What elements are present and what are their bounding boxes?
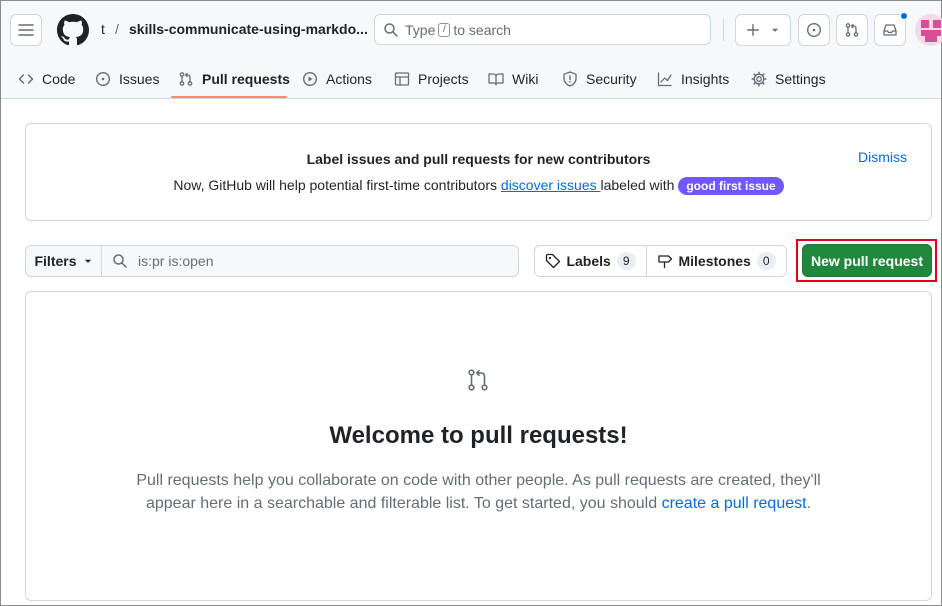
tab-actions[interactable]: Actions <box>302 59 372 99</box>
welcome-text: Pull requests help you collaborate on co… <box>126 469 831 515</box>
repo-name-link[interactable]: skills-communicate-using-markdo... <box>129 21 368 37</box>
tab-security[interactable]: Security <box>562 59 637 99</box>
tab-label: Actions <box>326 71 372 87</box>
milestones-button[interactable]: Milestones 0 <box>646 245 787 277</box>
header-divider <box>723 19 724 41</box>
tab-issues[interactable]: Issues <box>95 59 159 99</box>
tab-label: Insights <box>681 71 730 87</box>
milestone-icon <box>658 255 673 268</box>
tab-projects[interactable]: Projects <box>394 59 469 99</box>
git-pull-request-icon <box>179 72 193 86</box>
filters-dropdown[interactable]: Filters <box>25 245 102 277</box>
banner-title: Label issues and pull requests for new c… <box>306 151 651 167</box>
labels-button[interactable]: Labels 9 <box>534 245 647 277</box>
graph-icon <box>657 72 672 87</box>
issues-button[interactable] <box>798 14 830 46</box>
filter-value: is:pr is:open <box>138 253 214 269</box>
empty-state-panel: Welcome to pull requests! Pull requests … <box>25 291 932 601</box>
search-shortcut-key: / <box>438 22 451 37</box>
milestones-label: Milestones <box>678 253 751 269</box>
search-placeholder-pre: Type <box>405 21 436 38</box>
new-pull-request-button[interactable]: New pull request <box>802 244 932 277</box>
welcome-text-post: . <box>806 495 812 512</box>
banner-text: Now, GitHub will help potential first-ti… <box>26 177 931 195</box>
triangle-down-icon <box>771 28 779 32</box>
identicon-icon <box>921 20 941 42</box>
tab-label: Issues <box>119 71 160 87</box>
pull-requests-button[interactable] <box>836 14 868 46</box>
app-header: t / skills-communicate-using-markdo... T… <box>1 1 942 99</box>
contributor-banner: Label issues and pull requests for new c… <box>25 123 932 221</box>
tab-label: Settings <box>775 71 826 87</box>
search-input[interactable]: Type / to search <box>374 14 711 45</box>
issue-opened-icon <box>95 71 111 87</box>
menu-button[interactable] <box>10 14 42 46</box>
labels-label: Labels <box>566 253 611 269</box>
inbox-icon <box>883 24 897 36</box>
repo-owner-link[interactable]: t <box>101 21 105 37</box>
tab-label: Wiki <box>512 71 539 87</box>
git-pull-request-icon <box>468 369 488 391</box>
github-logo-icon[interactable] <box>57 14 89 46</box>
filters-label: Filters <box>34 253 77 269</box>
tab-pull-requests[interactable]: Pull requests <box>178 59 290 99</box>
create-pull-request-link[interactable]: create a pull request <box>662 495 807 512</box>
shield-icon <box>563 71 577 87</box>
tag-icon <box>546 253 561 269</box>
play-icon <box>302 71 318 87</box>
notification-dot <box>900 12 908 20</box>
triangle-down-icon <box>84 259 91 263</box>
tab-label: Projects <box>418 71 469 87</box>
active-tab-indicator <box>171 96 287 98</box>
table-icon <box>394 72 410 86</box>
milestones-count: 0 <box>756 252 776 270</box>
tab-wiki[interactable]: Wiki <box>488 59 538 99</box>
breadcrumb-separator: / <box>115 21 119 37</box>
issue-opened-icon <box>806 22 822 38</box>
good-first-issue-label[interactable]: good first issue <box>678 177 784 195</box>
search-icon <box>113 254 127 268</box>
search-icon <box>384 22 398 37</box>
welcome-title: Welcome to pull requests! <box>329 422 628 449</box>
code-icon <box>18 74 34 84</box>
book-icon <box>488 73 504 86</box>
labels-count: 9 <box>616 252 636 270</box>
filter-search-input[interactable]: is:pr is:open <box>101 245 519 277</box>
search-placeholder-post: to search <box>453 21 511 38</box>
hamburger-icon <box>18 24 34 36</box>
banner-text-pre: Now, GitHub will help potential first-ti… <box>173 177 501 193</box>
dismiss-button[interactable]: Dismiss <box>858 149 907 165</box>
git-pull-request-icon <box>845 23 859 37</box>
tab-label: Code <box>42 71 76 87</box>
create-new-button[interactable] <box>735 14 791 46</box>
repo-nav-tabs: Code Issues Pull requests Actions Projec… <box>1 59 941 99</box>
avatar[interactable] <box>915 14 942 46</box>
banner-text-post: labeled with <box>600 177 679 193</box>
plus-icon <box>747 24 759 36</box>
discover-issues-link[interactable]: discover issues <box>501 177 601 193</box>
gear-icon <box>751 71 767 87</box>
tab-code[interactable]: Code <box>18 59 75 99</box>
tab-settings[interactable]: Settings <box>751 59 826 99</box>
tab-label: Pull requests <box>202 71 290 87</box>
tab-label: Security <box>586 71 637 87</box>
tab-insights[interactable]: Insights <box>657 59 729 99</box>
